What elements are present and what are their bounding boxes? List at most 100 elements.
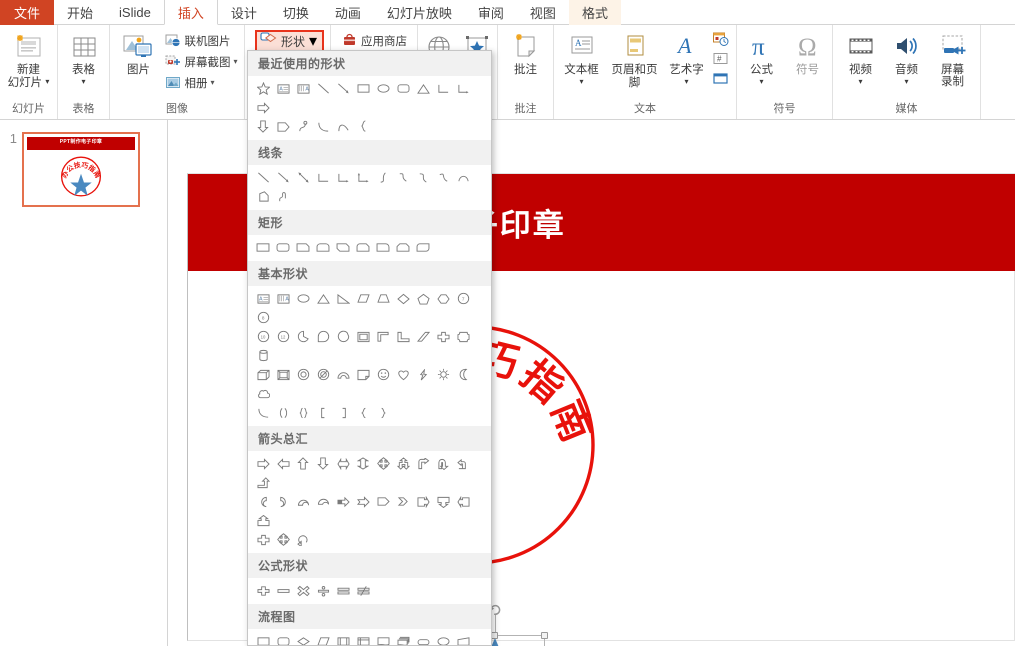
app-store-button[interactable]: 应用商店: [338, 30, 410, 51]
shape-fc-internal-storage[interactable]: [353, 632, 373, 645]
equation-button[interactable]: π 公式 ▾: [739, 28, 785, 90]
shape-chord[interactable]: [333, 327, 353, 346]
shape-curve4[interactable]: [433, 168, 453, 187]
new-slide-button[interactable]: 新建 幻灯片 ▾: [0, 28, 59, 90]
shape-line-arrow[interactable]: [273, 168, 293, 187]
shape-line[interactable]: [313, 79, 333, 98]
shape-arc-open[interactable]: [253, 403, 273, 422]
shape-pentagon-arrow[interactable]: [273, 117, 293, 136]
tab-design[interactable]: 设计: [218, 0, 270, 25]
shape-arc2[interactable]: [333, 117, 353, 136]
shape-line-arrow[interactable]: [333, 79, 353, 98]
shape-curved-right-arrow[interactable]: [253, 492, 273, 511]
slide-thumbnail-item[interactable]: 1 PPT制作电子印章 办公技巧指南: [0, 120, 167, 207]
shape-vertical-textbox[interactable]: A: [293, 79, 313, 98]
shape-cross-arrow[interactable]: [253, 530, 273, 549]
shape-folded-corner[interactable]: [353, 365, 373, 384]
shape-right-arrow[interactable]: [253, 98, 273, 117]
shape-donut[interactable]: [293, 365, 313, 384]
shape-curved-left-arrow[interactable]: [273, 492, 293, 511]
shape-quad-arrow-callout[interactable]: [273, 530, 293, 549]
shape-elbow-double-arrow[interactable]: [353, 168, 373, 187]
shape-snip-two-same-rect[interactable]: [393, 238, 413, 257]
tab-animations[interactable]: 动画: [322, 0, 374, 25]
shape-left-brace[interactable]: [353, 403, 373, 422]
header-footer-button[interactable]: 页眉和页脚: [605, 28, 665, 90]
shape-bevel[interactable]: [273, 365, 293, 384]
shape-left-right-arrow[interactable]: [333, 454, 353, 473]
shapes-button[interactable]: 形状 ▾: [254, 30, 325, 52]
textbox-button[interactable]: A 文本框 ▾: [559, 28, 605, 90]
online-pictures-button[interactable]: 联机图片: [161, 30, 240, 51]
chevron-down-icon[interactable]: ▾: [233, 57, 237, 66]
shape-left-bracket[interactable]: [313, 403, 333, 422]
shape-left-arrow[interactable]: [273, 454, 293, 473]
shape-elbow-connector[interactable]: [433, 79, 453, 98]
chevron-down-icon[interactable]: ▾: [904, 75, 908, 88]
shape-curved-up-arrow[interactable]: [293, 492, 313, 511]
shape-corner[interactable]: [373, 327, 393, 346]
shape-round-braces[interactable]: [293, 403, 313, 422]
shape-curve3[interactable]: [413, 168, 433, 187]
resize-handle-top-center[interactable]: [491, 632, 498, 639]
shape-pentagon[interactable]: [413, 289, 433, 308]
shape-hexagon[interactable]: [433, 289, 453, 308]
shape-scribble[interactable]: [273, 187, 293, 206]
shape-elbow-arrow-connector[interactable]: [453, 79, 473, 98]
shape-line[interactable]: [253, 168, 273, 187]
shape-vertical-textbox[interactable]: A: [273, 289, 293, 308]
tab-transitions[interactable]: 切换: [270, 0, 322, 25]
shape-left-arrow-callout[interactable]: [453, 492, 473, 511]
shape-heart[interactable]: [393, 365, 413, 384]
shape-rectangle[interactable]: [353, 79, 373, 98]
shape-chevron[interactable]: [393, 492, 413, 511]
tab-insert[interactable]: 插入: [163, 0, 218, 25]
slide-number-button[interactable]: #: [709, 49, 732, 69]
shape-snip-single-rect[interactable]: [293, 238, 313, 257]
symbol-button[interactable]: Ω 符号: [785, 28, 831, 77]
shape-curved-down-arrow[interactable]: [313, 492, 333, 511]
shape-line-double-arrow[interactable]: [293, 168, 313, 187]
shape-divide[interactable]: [313, 581, 333, 600]
shape-cylinder[interactable]: [253, 346, 273, 365]
shape-circular-arrow[interactable]: [293, 530, 313, 549]
shape-curved-connector[interactable]: [293, 117, 313, 136]
tab-review[interactable]: 审阅: [465, 0, 517, 25]
tab-home[interactable]: 开始: [54, 0, 106, 25]
shape-octagon[interactable]: 8: [253, 308, 273, 327]
shape-plus[interactable]: [253, 581, 273, 600]
shape-moon[interactable]: [453, 365, 473, 384]
shape-left-up-arrow[interactable]: [453, 454, 473, 473]
shape-round-brackets[interactable]: [273, 403, 293, 422]
shape-snip-diagonal-rect[interactable]: [333, 238, 353, 257]
shape-bent-arrow[interactable]: [413, 454, 433, 473]
shapes-gallery-panel[interactable]: 最近使用的形状 A A 线条 矩形 基本形状 A A 7 8 10 12 箭头总…: [247, 50, 492, 646]
date-time-button[interactable]: [709, 29, 732, 49]
shape-arc[interactable]: [313, 117, 333, 136]
shape-minus[interactable]: [273, 581, 293, 600]
shape-arc[interactable]: [453, 168, 473, 187]
chevron-down-icon[interactable]: ▾: [858, 75, 862, 88]
shape-round-two-same-rect[interactable]: [313, 238, 333, 257]
tab-format[interactable]: 格式: [568, 0, 621, 25]
shape-snip-round-rect[interactable]: [353, 238, 373, 257]
wordart-button[interactable]: A 艺术字 ▾: [665, 28, 709, 90]
shape-down-arrow-callout[interactable]: [433, 492, 453, 511]
shape-down-arrow[interactable]: [313, 454, 333, 473]
shape-fc-process[interactable]: [253, 632, 273, 645]
shape-multiply[interactable]: [293, 581, 313, 600]
shape-up-arrow-callout[interactable]: [253, 511, 273, 530]
chevron-down-icon[interactable]: ▾: [579, 75, 583, 88]
shape-block-arc[interactable]: [333, 365, 353, 384]
chevron-down-icon[interactable]: ▾: [45, 75, 49, 88]
shape-curve1[interactable]: [373, 168, 393, 187]
tab-slideshow[interactable]: 幻灯片放映: [374, 0, 465, 25]
screenshot-button[interactable]: 屏幕截图 ▾: [161, 51, 240, 72]
chevron-down-icon[interactable]: ▾: [684, 75, 688, 88]
shape-trapezoid[interactable]: [373, 289, 393, 308]
object-button[interactable]: [709, 69, 732, 89]
slide-thumbnail[interactable]: PPT制作电子印章 办公技巧指南: [22, 132, 140, 207]
shape-triangle[interactable]: [313, 289, 333, 308]
table-button[interactable]: 表格 ▾: [54, 28, 114, 90]
shape-lightning-bolt[interactable]: [413, 365, 433, 384]
